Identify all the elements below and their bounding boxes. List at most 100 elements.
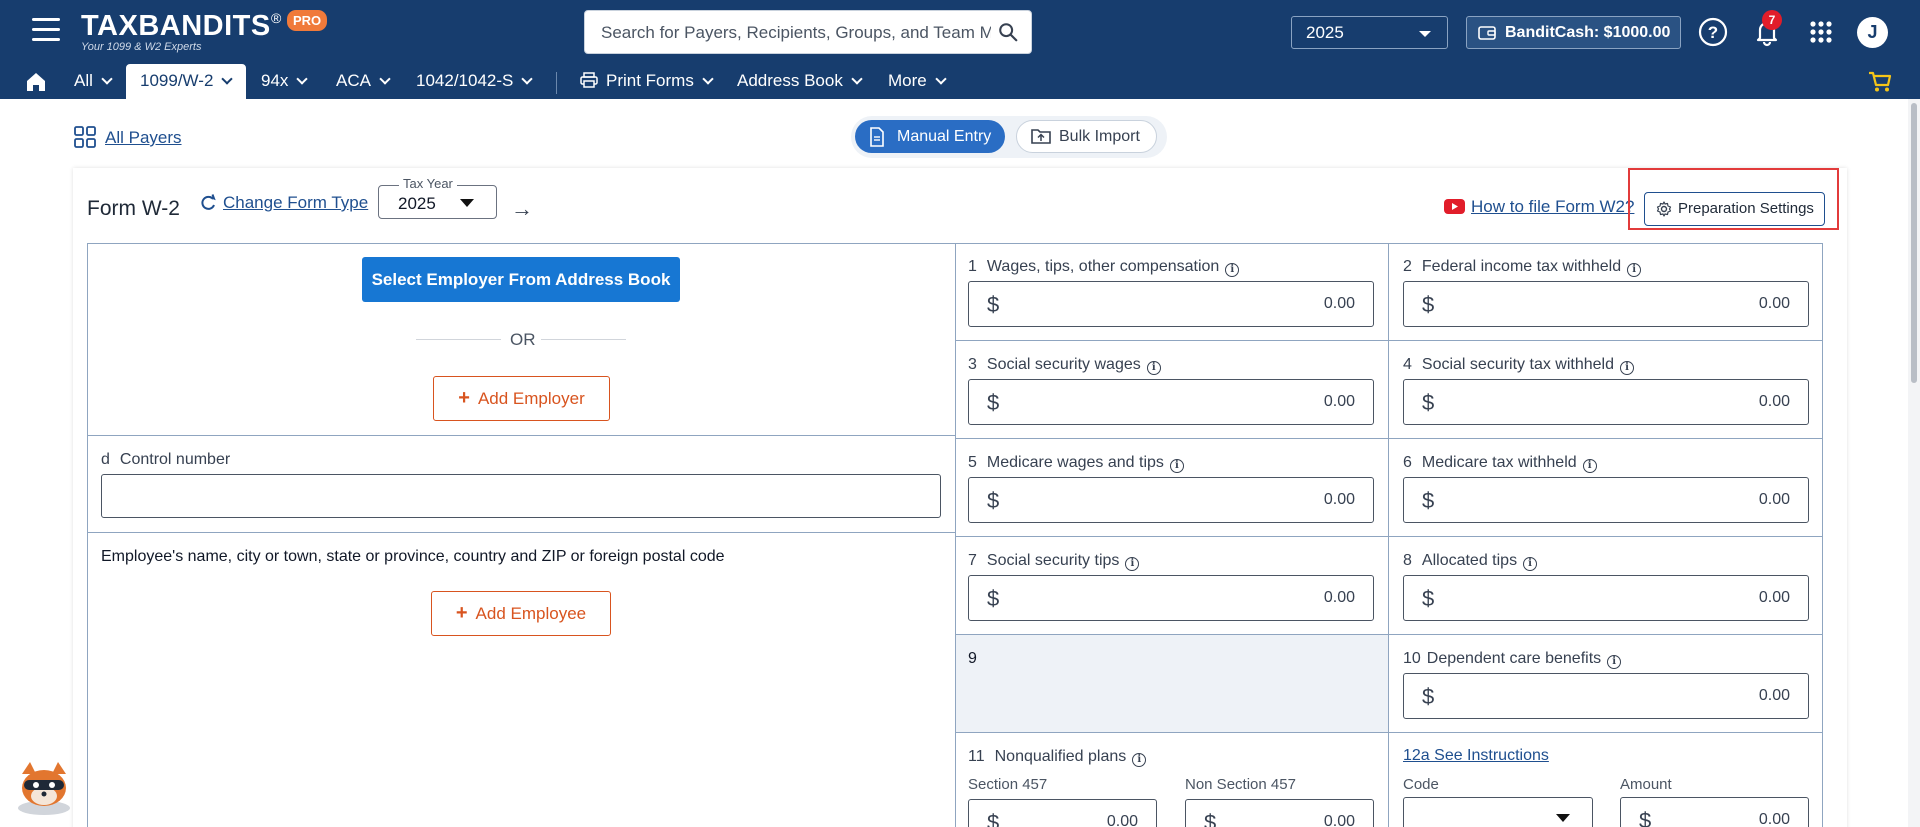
bulk-import-button[interactable]: Bulk Import xyxy=(1016,120,1157,153)
box-6: 6 Medicare tax withheld i $0.00 xyxy=(1389,439,1823,537)
nav-all[interactable]: All xyxy=(70,64,115,99)
info-icon[interactable]: i xyxy=(1582,459,1597,473)
notification-badge: 7 xyxy=(1762,10,1782,30)
or-divider: OR xyxy=(416,330,626,350)
section-457-input[interactable]: $0.00 xyxy=(968,799,1157,827)
box-12a-code-select[interactable] xyxy=(1403,797,1593,827)
box-8: 8 Allocated tips i $0.00 xyxy=(1389,537,1823,635)
chevron-down-icon xyxy=(521,73,534,85)
arrow-right-icon[interactable]: → xyxy=(511,196,533,222)
add-employee-button[interactable]: + Add Employee xyxy=(431,591,611,636)
how-to-file-label: How to file Form W2? xyxy=(1471,197,1635,216)
bandit-cash-button[interactable]: BanditCash: $1000.00 xyxy=(1466,16,1681,49)
form-tax-year-value: 2025 xyxy=(398,194,436,213)
info-icon[interactable]: i xyxy=(1125,557,1140,571)
info-icon[interactable]: i xyxy=(1620,361,1634,375)
chevron-down-icon xyxy=(1419,31,1431,37)
taxbandits-logo[interactable]: TAXBANDITS ® PRO Your 1099 & W2 Experts xyxy=(81,8,331,54)
nav-print-forms[interactable]: Print Forms xyxy=(576,64,716,99)
dollar-sign: $ xyxy=(1639,808,1652,827)
nav-1042[interactable]: 1042/1042-S xyxy=(412,64,535,99)
user-avatar[interactable]: J xyxy=(1857,17,1888,48)
info-icon[interactable]: i xyxy=(1523,557,1538,571)
info-icon[interactable]: i xyxy=(1225,263,1240,277)
home-icon[interactable] xyxy=(24,71,48,98)
nav-aca-label: ACA xyxy=(336,71,371,90)
preparation-settings-button[interactable]: Preparation Settings xyxy=(1644,192,1825,226)
info-icon[interactable]: i xyxy=(1607,655,1622,669)
box-1-text: Wages, tips, other compensation xyxy=(986,258,1220,275)
dollar-sign: $ xyxy=(987,586,1000,611)
box-2-input[interactable]: $0.00 xyxy=(1403,281,1809,327)
box-10-input[interactable]: $0.00 xyxy=(1403,673,1809,719)
box-4-label: 4 Social security tax withheld i xyxy=(1403,356,1634,375)
manual-entry-button[interactable]: Manual Entry xyxy=(855,120,1005,153)
nav-1099-w2[interactable]: 1099/W-2 xyxy=(126,64,246,99)
printer-icon xyxy=(580,72,598,88)
section-457-value: 0.00 xyxy=(1106,813,1138,827)
box-8-text: Allocated tips xyxy=(1421,552,1518,569)
nav-more-label: More xyxy=(888,71,927,90)
box-1-input[interactable]: $0.00 xyxy=(968,281,1374,327)
box-5-input[interactable]: $0.00 xyxy=(968,477,1374,523)
add-employer-label: Add Employer xyxy=(477,389,585,408)
form-tax-year-select[interactable]: Tax Year 2025 xyxy=(378,176,497,219)
search-input[interactable] xyxy=(601,21,991,45)
box-11-text: Nonqualified plans xyxy=(994,748,1127,765)
dollar-sign: $ xyxy=(1204,810,1217,827)
box-4-text: Social security tax withheld xyxy=(1421,356,1614,373)
box-8-label: 8 Allocated tips i xyxy=(1403,552,1538,571)
scrollbar-thumb[interactable] xyxy=(1911,103,1917,383)
nav-address-book[interactable]: Address Book xyxy=(733,64,865,99)
employee-section xyxy=(87,533,956,827)
box-3-text: Social security wages xyxy=(986,356,1141,373)
dollar-sign: $ xyxy=(1422,586,1435,611)
box-7-label: 7 Social security tips i xyxy=(968,552,1140,571)
document-icon xyxy=(870,127,884,147)
info-icon[interactable]: i xyxy=(1132,753,1147,767)
box-10-value: 0.00 xyxy=(1758,687,1790,704)
chevron-down-icon xyxy=(702,73,714,85)
box-9-number: 9 xyxy=(968,650,977,667)
nav-94x[interactable]: 94x xyxy=(257,64,310,99)
help-icon[interactable]: ? xyxy=(1697,16,1729,48)
divider-line xyxy=(416,339,501,340)
add-employer-button[interactable]: + Add Employer xyxy=(433,376,610,421)
box-12a-instructions-link[interactable]: 12a See Instructions xyxy=(1403,747,1549,765)
box-12a-amount-input[interactable]: $0.00 xyxy=(1620,797,1809,827)
dollar-sign: $ xyxy=(1422,292,1435,317)
info-icon[interactable]: i xyxy=(1627,263,1642,277)
bandit-cash-label: BanditCash: $1000.00 xyxy=(1505,24,1671,41)
info-icon[interactable]: i xyxy=(1169,459,1184,473)
hamburger-menu-icon[interactable] xyxy=(32,18,60,42)
box-6-input[interactable]: $0.00 xyxy=(1403,477,1809,523)
entry-mode-toggle: Manual Entry Bulk Import xyxy=(851,116,1167,158)
control-number-input[interactable] xyxy=(101,474,941,518)
non-section-457-input[interactable]: $0.00 xyxy=(1185,799,1374,827)
info-icon[interactable]: i xyxy=(1146,361,1161,375)
box-7-input[interactable]: $0.00 xyxy=(968,575,1374,621)
box-5-text: Medicare wages and tips xyxy=(986,454,1164,471)
bandit-mascot-icon[interactable] xyxy=(14,760,74,821)
code-label: Code xyxy=(1403,776,1439,793)
apps-grid-icon[interactable] xyxy=(1805,16,1837,48)
nav-94x-label: 94x xyxy=(261,71,289,90)
non-section-457-label: Non Section 457 xyxy=(1185,776,1296,793)
select-employer-button[interactable]: Select Employer From Address Book xyxy=(362,257,680,302)
box-8-input[interactable]: $0.00 xyxy=(1403,575,1809,621)
nav-more[interactable]: More xyxy=(884,64,949,99)
control-number-text: Control number xyxy=(119,451,231,468)
tax-year-label: Tax Year xyxy=(399,176,457,191)
amount-label: Amount xyxy=(1620,776,1672,793)
dollar-sign: $ xyxy=(987,488,1000,513)
nav-aca[interactable]: ACA xyxy=(332,64,393,99)
box-3-input[interactable]: $0.00 xyxy=(968,379,1374,425)
cart-icon[interactable] xyxy=(1868,71,1892,98)
page-scrollbar[interactable] xyxy=(1908,99,1920,827)
grid-icon xyxy=(74,126,96,148)
box-6-label: 6 Medicare tax withheld i xyxy=(1403,454,1597,473)
search-icon[interactable] xyxy=(997,21,1019,48)
box-4-input[interactable]: $0.00 xyxy=(1403,379,1809,425)
tax-year-dropdown[interactable]: 2025 xyxy=(1291,16,1448,49)
preparation-settings-label: Preparation Settings xyxy=(1678,200,1814,217)
